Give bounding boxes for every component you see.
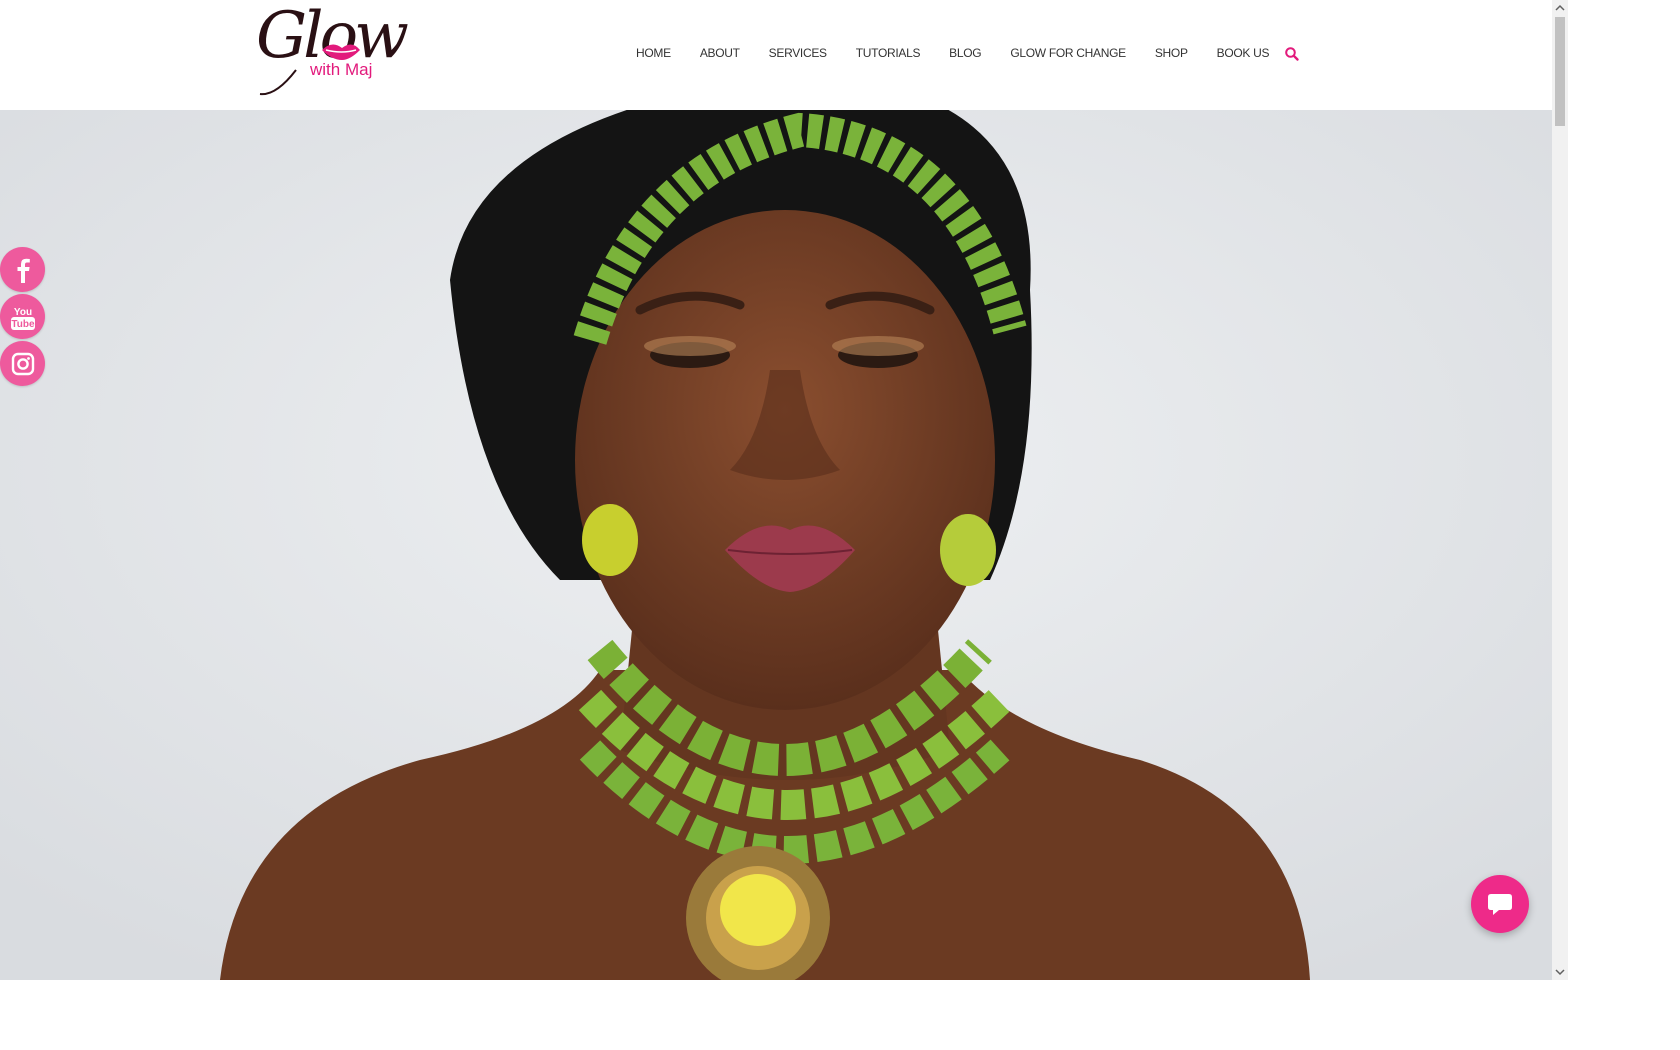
lips-icon [259,44,360,96]
nav-item-glow-for-change[interactable]: GLOW FOR CHANGE [1010,46,1126,60]
nav-item-about[interactable]: ABOUT [700,46,740,60]
nav-item-blog[interactable]: BLOG [949,46,981,60]
scroll-thumb[interactable] [1555,17,1565,126]
nav-item-home[interactable]: HOME [636,46,671,60]
site-header: Glow with Maj HOME ABOUT SERVICES TUTORI… [0,0,1552,110]
page-scrollbar[interactable] [1552,0,1568,980]
instagram-icon [11,352,34,375]
youtube-button[interactable]: You Tube [0,294,45,339]
nav-item-tutorials[interactable]: TUTORIALS [856,46,921,60]
instagram-button[interactable] [0,341,45,386]
facebook-button[interactable] [0,247,45,292]
site-logo[interactable]: Glow with Maj [256,4,409,98]
youtube-label-top: You [13,307,31,318]
youtube-icon: You Tube [10,307,35,330]
main-nav: HOME ABOUT SERVICES TUTORIALS BLOG GLOW … [636,46,1298,60]
search-icon[interactable] [1284,46,1300,62]
hero-portrait-image [0,110,1552,980]
facebook-icon [17,258,30,283]
chat-button[interactable] [1471,875,1529,933]
scroll-down-arrow-icon[interactable] [1552,964,1568,980]
hero-banner [0,110,1552,980]
nav-item-shop[interactable]: SHOP [1155,46,1188,60]
nav-item-book-us[interactable]: BOOK US [1217,46,1270,60]
nav-item-services[interactable]: SERVICES [769,46,827,60]
chat-icon [1488,894,1512,915]
scroll-up-arrow-icon[interactable] [1552,0,1568,16]
youtube-label-bottom: Tube [11,319,35,330]
